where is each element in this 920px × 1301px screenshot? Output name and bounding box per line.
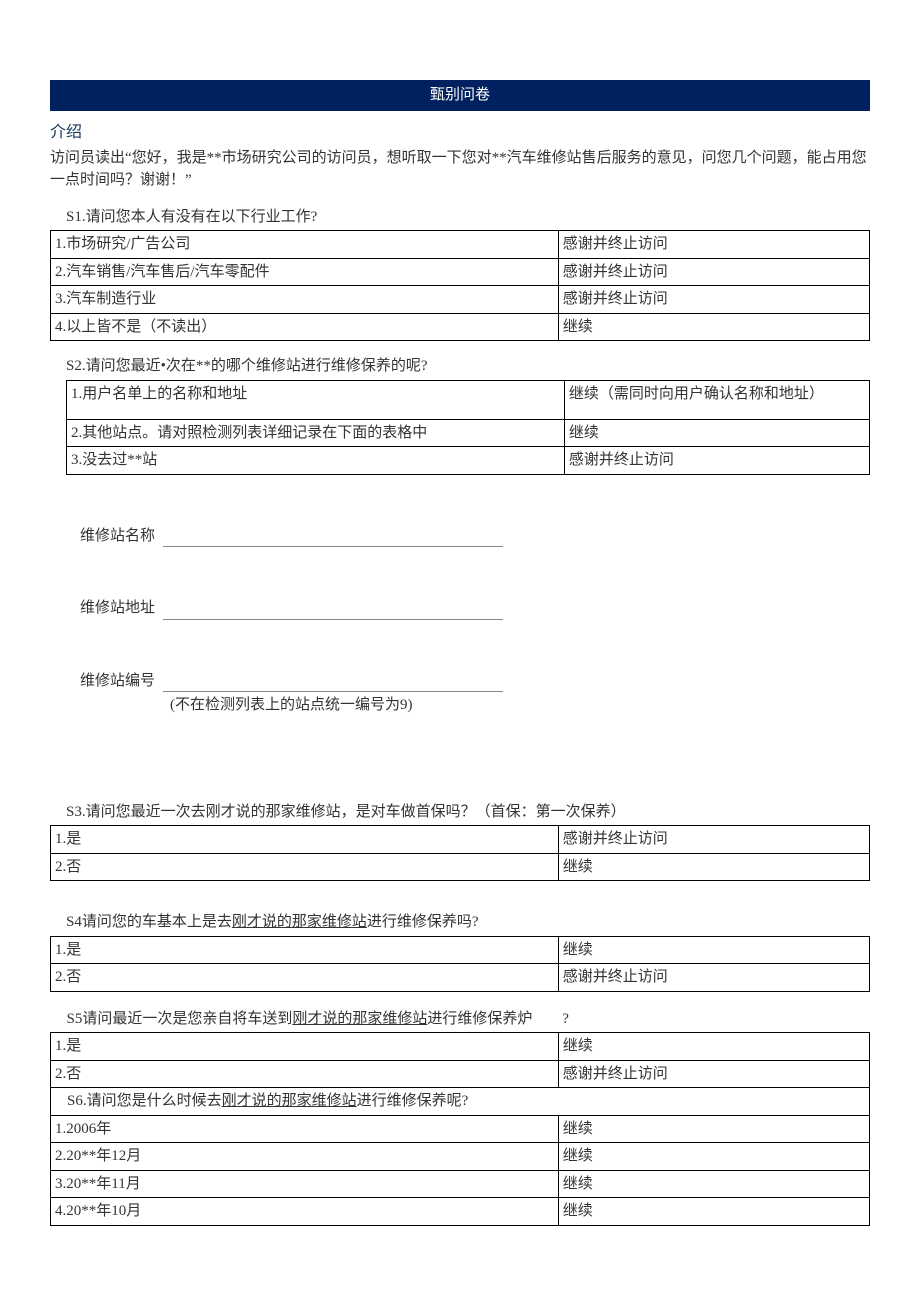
table-row: 4.以上皆不是（不读出）继续 [51,313,870,341]
option-cell: 3.没去过**站 [67,447,565,475]
option-cell: 2.汽车销售/汽车售后/汽车零配件 [51,258,559,286]
option-cell: 4.以上皆不是（不读出） [51,313,559,341]
action-cell: 感谢并终止访问 [558,964,869,992]
s1-table: 1.市场研究/广告公司感谢并终止访问 2.汽车销售/汽车售后/汽车零配件感谢并终… [50,230,870,341]
action-cell: 感谢并终止访问 [558,231,869,259]
action-cell: 继续 [558,853,869,881]
s5-prompt-underline: 刚才说的那家维修站 [292,1011,427,1027]
station-name-label: 维修站名称 [80,528,155,544]
table-row: 2.汽车销售/汽车售后/汽车零配件感谢并终止访问 [51,258,870,286]
s5-prompt: S5请问最近一次是您亲自将车送到刚才说的那家维修站进行维修保养炉 [51,1006,559,1033]
s4-prompt-post: 进行维修保养吗? [367,914,479,930]
option-cell: 3.20**年11月 [51,1170,559,1198]
station-code-field: 维修站编号 [50,670,870,693]
station-code-note: (不在检测列表上的站点统一编号为9) [50,694,870,717]
page-title-bar: 甄别问卷 [50,80,870,111]
option-cell: 2.其他站点。请对照检测列表详细记录在下面的表格中 [67,419,565,447]
table-row: 2.其他站点。请对照检测列表详细记录在下面的表格中继续 [67,419,870,447]
action-cell: 感谢并终止访问 [558,826,869,854]
action-cell: 继续 [564,419,869,447]
option-cell: 1.市场研究/广告公司 [51,231,559,259]
option-cell: 1.2006年 [51,1115,559,1143]
table-row: 3.没去过**站感谢并终止访问 [67,447,870,475]
option-cell: 1.是 [51,936,559,964]
action-cell: 感谢并终止访问 [558,258,869,286]
option-cell: 3.汽车制造行业 [51,286,559,314]
s2-table: 1.用户名单上的名称和地址继续（需同时向用户确认名称和地址） 2.其他站点。请对… [66,380,870,475]
station-addr-label: 维修站地址 [80,600,155,616]
action-cell: 感谢并终止访问 [564,447,869,475]
s5-prompt-post: 进行维修保养炉 [427,1011,532,1027]
table-row: 2.20**年12月继续 [51,1143,870,1171]
s4-prompt-underline: 刚才说的那家维修站 [232,914,367,930]
table-row: 2.否继续 [51,853,870,881]
s5-prompt-pre: S5请问最近一次是您亲自将车送到 [67,1011,293,1027]
station-code-label: 维修站编号 [80,673,155,689]
table-row: 3.汽车制造行业感谢并终止访问 [51,286,870,314]
option-cell: 2.否 [51,964,559,992]
option-cell: 4.20**年10月 [51,1198,559,1226]
action-cell: 感谢并终止访问 [558,1060,869,1088]
table-row: 1.是感谢并终止访问 [51,826,870,854]
station-addr-line[interactable] [163,619,503,620]
s2-prompt: S2.请问您最近•次在**的哪个维修站进行维修保养的呢? [50,355,870,378]
s6-prompt: S6.请问您是什么时候去刚才说的那家维修站进行维修保养呢? [51,1088,870,1116]
table-row: 4.20**年10月继续 [51,1198,870,1226]
option-cell: 2.20**年12月 [51,1143,559,1171]
table-row: 1.用户名单上的名称和地址继续（需同时向用户确认名称和地址） [67,380,870,419]
s6-prompt-underline: 刚才说的那家维修站 [222,1093,357,1109]
option-cell: 1.是 [51,826,559,854]
station-addr-field: 维修站地址 [50,597,870,620]
action-cell: 继续 [558,1170,869,1198]
table-row: 1.市场研究/广告公司感谢并终止访问 [51,231,870,259]
s1-prompt: S1.请问您本人有没有在以下行业工作? [50,206,870,229]
action-cell: 继续 [558,1033,869,1061]
s5-table: S5请问最近一次是您亲自将车送到刚才说的那家维修站进行维修保养炉 ? 1.是继续… [50,1006,870,1226]
intro-text: 访问员读出“您好，我是**市场研究公司的访问员，想听取一下您对**汽车维修站售后… [50,147,870,192]
s4-prompt: S4请问您的车基本上是去刚才说的那家维修站进行维修保养吗? [50,911,870,934]
option-cell: 1.是 [51,1033,559,1061]
s5-prompt-right: ? [558,1006,869,1033]
station-code-line[interactable] [163,691,503,692]
intro-label: 介绍 [50,121,870,145]
action-cell: 继续 [558,1198,869,1226]
action-cell: 继续 [558,313,869,341]
s6-prompt-row: S6.请问您是什么时候去刚才说的那家维修站进行维修保养呢? [51,1088,870,1116]
table-row: 1.是继续 [51,936,870,964]
s3-table: 1.是感谢并终止访问 2.否继续 [50,825,870,881]
s6-prompt-post: 进行维修保养呢? [357,1093,469,1109]
option-cell: 1.用户名单上的名称和地址 [67,380,565,419]
s4-prompt-pre: S4请问您的车基本上是去 [66,914,232,930]
table-row: 1.是继续 [51,1033,870,1061]
table-row: 2.否感谢并终止访问 [51,964,870,992]
s3-prompt: S3.请问您最近一次去刚才说的那家维修站，是对车做首保吗？（首保：第一次保养） [50,801,870,824]
table-row: 2.否感谢并终止访问 [51,1060,870,1088]
s4-table: 1.是继续 2.否感谢并终止访问 [50,936,870,992]
action-cell: 继续 [558,936,869,964]
table-row: 3.20**年11月继续 [51,1170,870,1198]
table-row: 1.2006年继续 [51,1115,870,1143]
option-cell: 2.否 [51,853,559,881]
action-cell: 感谢并终止访问 [558,286,869,314]
action-cell: 继续 [558,1115,869,1143]
action-cell: 继续（需同时向用户确认名称和地址） [564,380,869,419]
station-name-field: 维修站名称 [50,525,870,548]
s6-prompt-pre: S6.请问您是什么时候去 [67,1093,222,1109]
action-cell: 继续 [558,1143,869,1171]
station-name-line[interactable] [163,546,503,547]
s5-prompt-row: S5请问最近一次是您亲自将车送到刚才说的那家维修站进行维修保养炉 ? [51,1006,870,1033]
option-cell: 2.否 [51,1060,559,1088]
